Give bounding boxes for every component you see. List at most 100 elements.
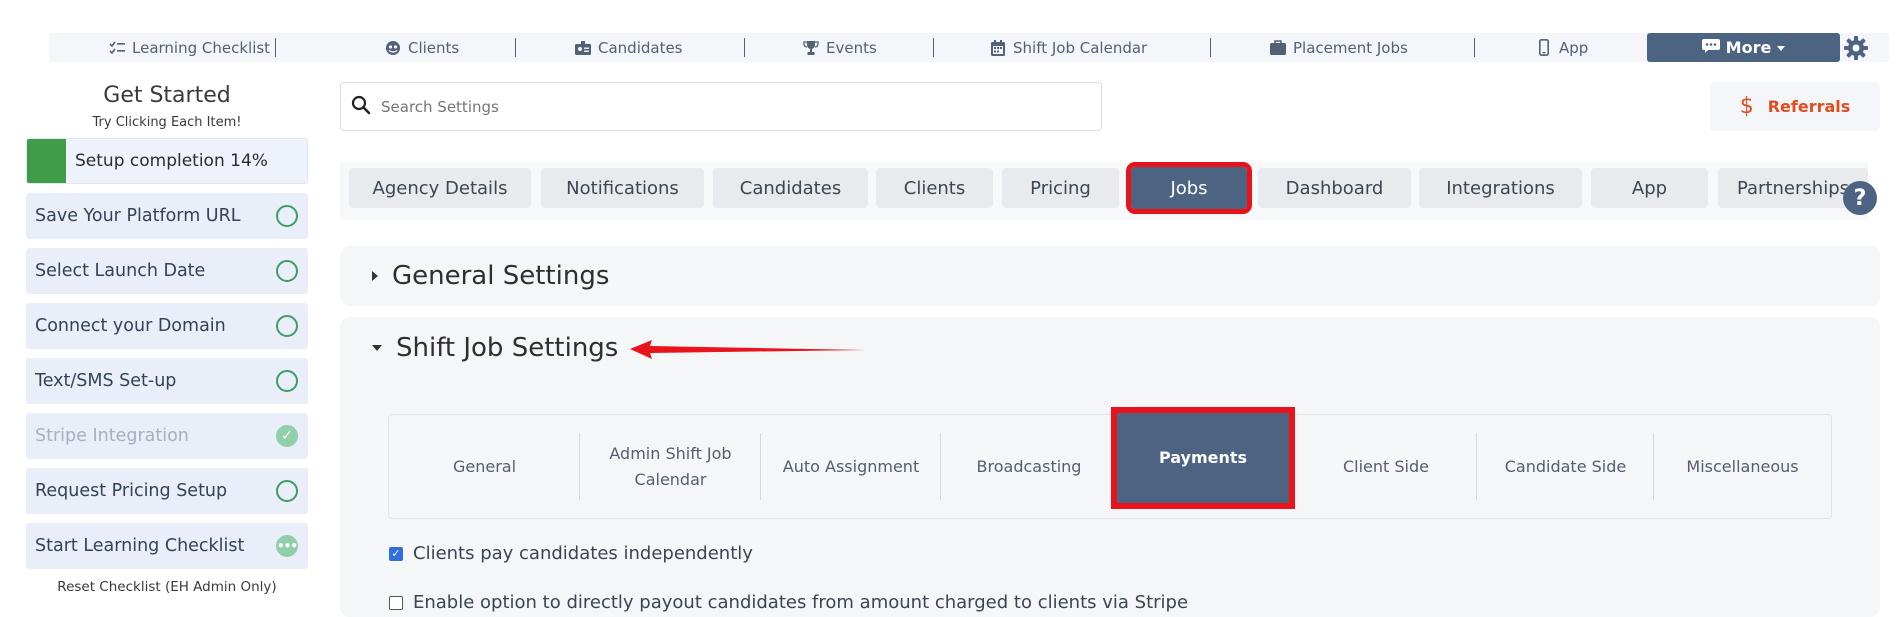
nav-divider bbox=[515, 38, 516, 57]
dollar-icon: $ bbox=[1739, 94, 1754, 119]
subtab-miscellaneous[interactable]: Miscellaneous bbox=[1654, 415, 1831, 518]
subtab-client-side[interactable]: Client Side bbox=[1295, 415, 1477, 518]
checklist-item-pricing[interactable]: Request Pricing Setup bbox=[26, 468, 308, 514]
nav-shift-job-calendar[interactable]: Shift Job Calendar bbox=[990, 33, 1147, 62]
checkmark-icon: ✓ bbox=[276, 425, 298, 447]
option-label: Enable option to directly payout candida… bbox=[413, 592, 1189, 613]
tab-candidates[interactable]: Candidates bbox=[713, 168, 868, 208]
nav-app[interactable]: App bbox=[1536, 33, 1588, 62]
checklist-item-label: Select Launch Date bbox=[35, 261, 206, 281]
general-settings-header[interactable]: General Settings bbox=[340, 246, 1880, 306]
checklist-item-label: Connect your Domain bbox=[35, 316, 226, 336]
circle-icon bbox=[276, 315, 298, 337]
tab-pricing[interactable]: Pricing bbox=[1002, 168, 1119, 208]
checklist-item-label: Stripe Integration bbox=[35, 426, 189, 446]
option-label: Clients pay candidates independently bbox=[413, 543, 753, 564]
subtab-label: Auto Assignment bbox=[782, 456, 920, 476]
subtab-label: Payments bbox=[1158, 448, 1248, 467]
checklist-item-label: Save Your Platform URL bbox=[35, 206, 241, 226]
nav-divider bbox=[275, 38, 276, 57]
subtab-label: Admin Shift Job Calendar bbox=[609, 443, 732, 489]
tab-integrations[interactable]: Integrations bbox=[1419, 168, 1582, 208]
briefcase-icon bbox=[1270, 40, 1286, 56]
subtab-label: Candidate Side bbox=[1504, 456, 1627, 476]
subtab-general[interactable]: General bbox=[389, 415, 580, 518]
tab-clients[interactable]: Clients bbox=[876, 168, 993, 208]
shift-job-settings-header[interactable]: Shift Job Settings bbox=[340, 317, 1880, 379]
checklist-item-domain[interactable]: Connect your Domain bbox=[26, 303, 308, 349]
nav-label: Events bbox=[826, 38, 877, 57]
tab-jobs[interactable]: Jobs bbox=[1126, 162, 1252, 214]
tab-dashboard[interactable]: Dashboard bbox=[1258, 168, 1411, 208]
nav-divider bbox=[1474, 38, 1475, 57]
chat-icon bbox=[1701, 38, 1720, 57]
nav-divider bbox=[1210, 38, 1211, 57]
help-icon[interactable]: ? bbox=[1843, 181, 1877, 215]
checkbox[interactable] bbox=[389, 595, 403, 610]
nav-candidates[interactable]: Candidates bbox=[575, 33, 683, 62]
phone-icon bbox=[1536, 39, 1552, 56]
nav-label: Candidates bbox=[598, 38, 683, 57]
nav-label: Clients bbox=[408, 38, 460, 57]
subtab-admin-shift-job-calendar[interactable]: Admin Shift Job Calendar bbox=[580, 415, 761, 518]
general-settings-section: General Settings bbox=[340, 246, 1880, 306]
caret-down-icon bbox=[372, 345, 382, 351]
search-input[interactable] bbox=[381, 97, 981, 116]
tab-app[interactable]: App bbox=[1591, 168, 1708, 208]
tab-notifications[interactable]: Notifications bbox=[541, 168, 704, 208]
option-clients-pay-independently: ✓ Clients pay candidates independently bbox=[389, 543, 753, 564]
circle-icon bbox=[276, 370, 298, 392]
section-title: Shift Job Settings bbox=[396, 333, 619, 363]
settings-tabs: Agency Details Notifications Candidates … bbox=[340, 162, 1868, 220]
id-card-icon bbox=[575, 40, 591, 56]
tab-agency-details[interactable]: Agency Details bbox=[349, 168, 531, 208]
referrals-button[interactable]: $ Referrals bbox=[1710, 82, 1880, 131]
checklist-item-label: Text/SMS Set-up bbox=[35, 371, 177, 391]
option-direct-payout: Enable option to directly payout candida… bbox=[389, 592, 1188, 613]
search-settings-box[interactable] bbox=[340, 82, 1102, 131]
checklist-item-sms[interactable]: Text/SMS Set-up bbox=[26, 358, 308, 404]
subtab-auto-assignment[interactable]: Auto Assignment bbox=[761, 415, 941, 518]
sidebar-title: Get Started bbox=[103, 83, 231, 108]
get-started-sidebar: Get Started Try Clicking Each Item! Setu… bbox=[26, 80, 308, 595]
more-menu-button[interactable]: More bbox=[1647, 33, 1840, 62]
subtab-payments[interactable]: Payments bbox=[1111, 407, 1295, 509]
setup-progress-bar: Setup completion 14% bbox=[26, 138, 308, 184]
progress-label: Setup completion 14% bbox=[75, 151, 268, 171]
nav-placement-jobs[interactable]: Placement Jobs bbox=[1270, 33, 1408, 62]
checklist-item-launch-date[interactable]: Select Launch Date bbox=[26, 248, 308, 294]
checklist-item-learning[interactable]: Start Learning Checklist ••• bbox=[26, 523, 308, 569]
reset-checklist-link[interactable]: Reset Checklist (EH Admin Only) bbox=[26, 579, 308, 595]
caret-down-icon bbox=[1777, 46, 1786, 51]
referrals-label: Referrals bbox=[1767, 97, 1851, 116]
nav-label: Placement Jobs bbox=[1293, 38, 1408, 57]
checklist-icon bbox=[109, 40, 125, 56]
checklist-item-platform-url[interactable]: Save Your Platform URL bbox=[26, 193, 308, 239]
subtab-label: Broadcasting bbox=[976, 456, 1082, 476]
sidebar-subtitle: Try Clicking Each Item! bbox=[92, 115, 242, 130]
search-icon bbox=[351, 95, 371, 119]
nav-learning-checklist[interactable]: Learning Checklist bbox=[109, 33, 270, 62]
nav-label: Learning Checklist bbox=[132, 38, 271, 57]
checkbox[interactable]: ✓ bbox=[389, 546, 403, 561]
section-title: General Settings bbox=[392, 261, 610, 291]
more-label: More bbox=[1725, 38, 1772, 57]
calendar-icon bbox=[990, 39, 1006, 56]
trophy-icon bbox=[803, 40, 819, 56]
subtab-candidate-side[interactable]: Candidate Side bbox=[1477, 415, 1654, 518]
subtab-broadcasting[interactable]: Broadcasting bbox=[941, 415, 1117, 518]
nav-label: Shift Job Calendar bbox=[1013, 38, 1148, 57]
checklist-item-stripe[interactable]: Stripe Integration ✓ bbox=[26, 413, 308, 459]
nav-clients[interactable]: Clients bbox=[385, 33, 459, 62]
nav-divider bbox=[933, 38, 934, 57]
subtab-label: General bbox=[452, 456, 517, 476]
gear-icon[interactable] bbox=[1843, 35, 1869, 61]
ellipsis-icon: ••• bbox=[276, 535, 298, 557]
checklist-item-label: Start Learning Checklist bbox=[35, 536, 245, 556]
circle-icon bbox=[276, 205, 298, 227]
caret-right-icon bbox=[372, 271, 378, 281]
annotation-arrow-icon bbox=[630, 340, 866, 359]
globe-icon bbox=[385, 40, 401, 56]
shift-settings-subtabs: General Admin Shift Job Calendar Auto As… bbox=[388, 407, 1832, 519]
nav-events[interactable]: Events bbox=[803, 33, 877, 62]
